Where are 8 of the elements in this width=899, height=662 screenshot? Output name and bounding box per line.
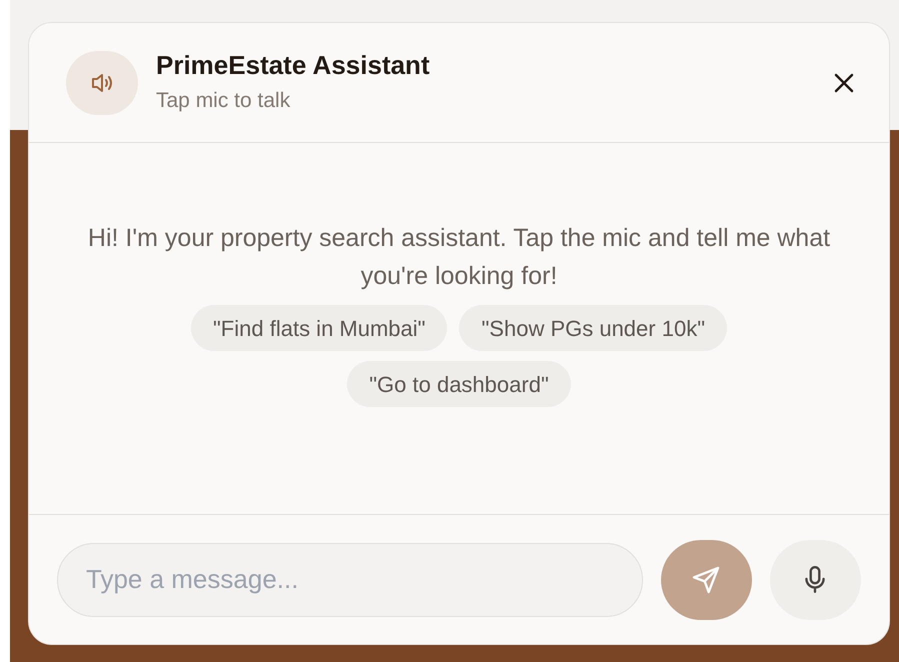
message-input[interactable]: Type a message... bbox=[57, 542, 643, 616]
greeting-message: Hi! I'm your property search assistant. Tap the mic and tell me what you're looking for! bbox=[86, 223, 832, 292]
assistant-title: PrimeEstate Assistant bbox=[156, 48, 430, 81]
assistant-subtitle: Tap mic to talk bbox=[156, 88, 292, 114]
suggestion-chip[interactable]: "Go to dashboard" bbox=[347, 361, 571, 407]
suggestion-chip[interactable]: "Find flats in Mumbai" bbox=[191, 305, 448, 351]
suggestion-chip[interactable]: "Show PGs under 10k" bbox=[459, 305, 727, 351]
close-icon bbox=[833, 72, 855, 94]
